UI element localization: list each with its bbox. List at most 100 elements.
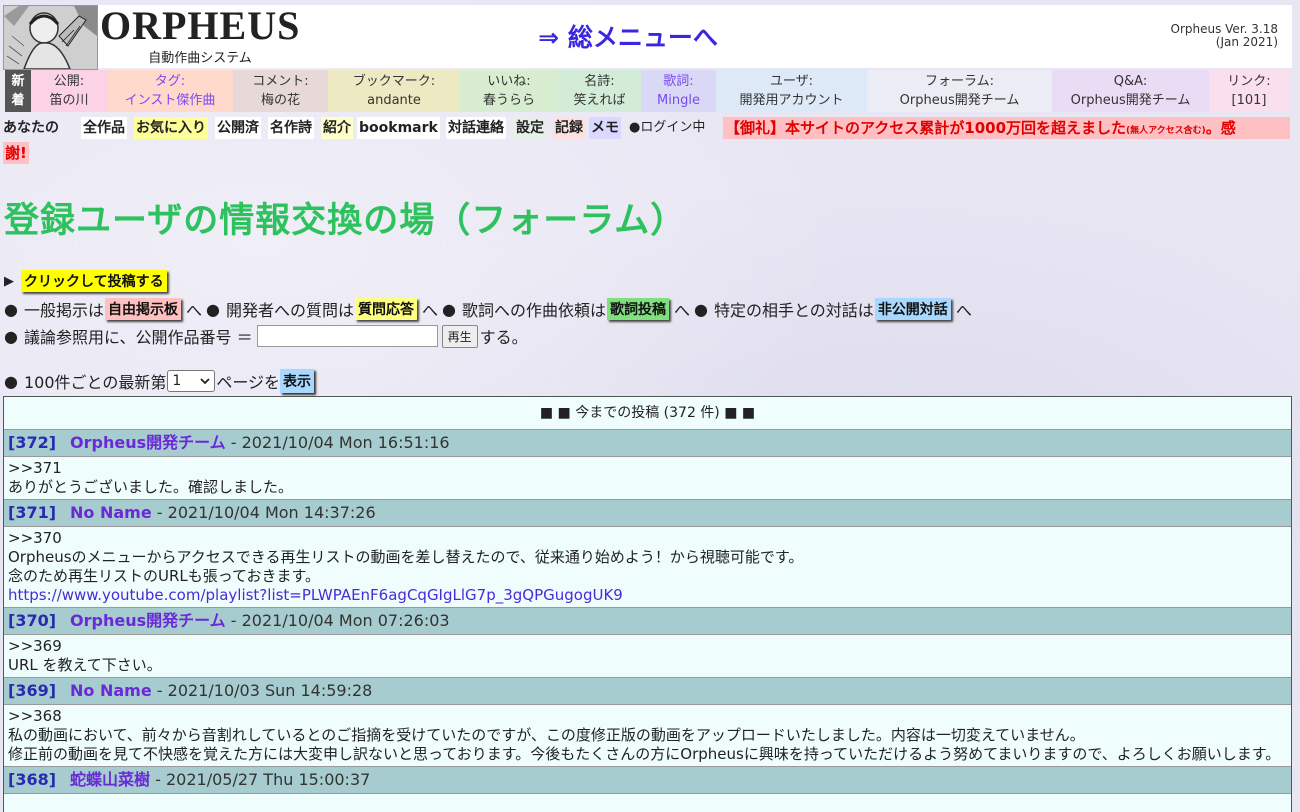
nav-value[interactable]: 笛の川	[49, 91, 88, 110]
notice-small: (無人アクセス含む)	[1126, 126, 1206, 136]
latest-nav-bar: 新 着 公開: 笛の川 タグ: インスト傑作曲 コメント: 梅の花 ブックマーク…	[5, 70, 1289, 112]
yours-label: あなたの	[3, 120, 59, 136]
play-button[interactable]: 再生	[441, 324, 478, 348]
post-line: ありがとうございました。確認しました。	[8, 478, 294, 496]
notice-tail: 。感	[1205, 119, 1236, 137]
account-link-settings[interactable]: 設定	[514, 117, 546, 139]
nav-value[interactable]: 開発用アカウント	[739, 91, 843, 110]
bullet-icon: ●	[4, 299, 18, 319]
work-number-input[interactable]	[256, 325, 438, 347]
post-author[interactable]: Orpheus開発チーム	[70, 433, 226, 452]
account-link-all-works[interactable]: 全作品	[81, 117, 127, 139]
post-number[interactable]: [369]	[8, 681, 56, 700]
guide-text-private: 特定の相手との対話は	[713, 301, 874, 320]
new-label-1: 新	[11, 74, 25, 89]
nav-label: いいね:	[487, 74, 531, 89]
post-number[interactable]: [370]	[8, 611, 56, 630]
paging-suffix: ページを	[216, 373, 281, 392]
post-line: >>371	[8, 459, 62, 477]
page-select[interactable]: 1	[167, 370, 216, 392]
notice-banner-continued: 謝!	[3, 142, 29, 164]
post-button[interactable]: クリックして投稿する	[21, 270, 167, 292]
account-link-introduction[interactable]: 紹介	[321, 117, 353, 139]
nav-cell-forum[interactable]: フォーラム: Orpheus開発チーム	[867, 70, 1052, 112]
version-info: Orpheus Ver. 3.18 (Jan 2021)	[1120, 23, 1279, 49]
nav-label: ユーザ:	[769, 74, 814, 89]
private-dialog-button[interactable]: 非公開対話	[874, 298, 951, 320]
post-author[interactable]: Orpheus開発チーム	[70, 611, 226, 630]
nav-value[interactable]: 梅の花	[261, 91, 300, 110]
nav-value[interactable]: Mingle	[657, 91, 700, 110]
guide-text-to: へ	[185, 301, 202, 320]
forum-guide-row: ● 一般掲示は 自由掲示板 へ ● 開発者への質問は 質問応答 へ ● 歌詞への…	[4, 297, 976, 321]
bullet-icon: ●	[4, 371, 18, 391]
guide-text-developer: 開発者への質問は	[225, 301, 354, 320]
post-number[interactable]: [371]	[8, 503, 56, 522]
new-label-2: 着	[11, 93, 25, 108]
free-board-button[interactable]: 自由掲示板	[104, 298, 181, 320]
nav-value[interactable]: [101]	[1232, 91, 1267, 110]
nav-cell-lyrics[interactable]: 歌詞: Mingle	[641, 70, 716, 112]
guide-text-to: へ	[955, 301, 972, 320]
posts-table: ■ ■ 今までの投稿 (372 件) ■ ■ [372] Orpheus開発チーム…	[3, 396, 1292, 812]
account-link-history[interactable]: 記録	[553, 117, 585, 139]
nav-label: 名詩:	[584, 74, 615, 89]
nav-cell-tag[interactable]: タグ: インスト傑作曲	[107, 70, 233, 112]
nav-value[interactable]: andante	[367, 91, 421, 110]
nav-value[interactable]: 春うらら	[483, 91, 535, 110]
nav-cell-comment[interactable]: コメント: 梅の花	[233, 70, 328, 112]
guide-text-to: へ	[673, 301, 690, 320]
nav-value[interactable]: Orpheus開発チーム	[900, 91, 1020, 110]
account-link-messages[interactable]: 対話連絡	[446, 117, 506, 139]
nav-cell-poem[interactable]: 名詩: 笑えれば	[558, 70, 641, 112]
chevron-down-icon	[200, 377, 210, 384]
nav-label: フォーラム:	[925, 74, 994, 89]
account-link-bookmark[interactable]: bookmark	[357, 117, 440, 139]
lyric-post-button[interactable]: 歌詞投稿	[606, 298, 669, 320]
account-link-published[interactable]: 公開済	[215, 117, 261, 139]
work-reference-row: ● 議論参照用に、公開作品番号 ＝ 再生 する。	[4, 324, 528, 348]
account-link-memo[interactable]: メモ	[589, 117, 621, 139]
post-author[interactable]: No Name	[70, 503, 152, 522]
orpheus-logo-image[interactable]	[3, 5, 98, 70]
post-body: >>368 私の動画において、前々から音割れしているとのご指摘を受けていたのです…	[4, 705, 1291, 767]
post-number[interactable]: [372]	[8, 433, 56, 452]
bullet-icon: ●	[4, 326, 18, 346]
post-link[interactable]: https://www.youtube.com/playlist?list=PL…	[8, 586, 623, 604]
nav-cell-qa[interactable]: Q&A: Orpheus開発チーム	[1052, 70, 1209, 112]
paging-row: ● 100件ごとの最新第 1 ページを 表示	[4, 369, 315, 393]
post-author[interactable]: 蛇蝶山菜樹	[70, 770, 150, 789]
nav-cell-public[interactable]: 公開: 笛の川	[31, 70, 107, 112]
post-header: [371] No Name - 2021/10/04 Mon 14:37:26	[4, 500, 1291, 527]
account-link-masterpiece-poems[interactable]: 名作詩	[268, 117, 314, 139]
logo-title[interactable]: ORPHEUS	[100, 6, 300, 46]
post-number[interactable]: [368]	[8, 770, 56, 789]
post-date: - 2021/10/03 Sun 14:59:28	[151, 681, 373, 700]
nav-cell-like[interactable]: いいね: 春うらら	[460, 70, 558, 112]
total-menu-link[interactable]: ⇒ 総メニューへ	[533, 18, 723, 54]
bullet-icon: ●	[206, 299, 220, 319]
guide-text-general: 一般掲示は	[23, 301, 104, 320]
qa-button[interactable]: 質問応答	[354, 298, 417, 320]
triangle-right-icon: ▶	[4, 273, 14, 289]
paging-label: 100件ごとの最新第	[23, 373, 167, 392]
nav-cell-bookmark[interactable]: ブックマーク: andante	[328, 70, 460, 112]
page-title: 登録ユーザの情報交換の場（フォーラム）	[4, 201, 687, 241]
show-button[interactable]: 表示	[280, 369, 315, 393]
nav-value[interactable]: インスト傑作曲	[125, 91, 216, 110]
nav-label: コメント:	[252, 74, 309, 89]
nav-cell-link[interactable]: リンク: [101]	[1209, 70, 1289, 112]
post-line: >>369	[8, 637, 62, 655]
bullet-icon: ●	[442, 299, 456, 319]
posts-header: ■ ■ 今までの投稿 (372 件) ■ ■	[4, 397, 1291, 430]
nav-value[interactable]: Orpheus開発チーム	[1071, 91, 1191, 110]
nav-cell-user[interactable]: ユーザ: 開発用アカウント	[716, 70, 867, 112]
post-line: 私の動画において、前々から音割れしているとのご指摘を受けていたのですが、この度修…	[8, 726, 1085, 744]
page-select-value: 1	[172, 373, 182, 389]
nav-value[interactable]: 笑えれば	[573, 91, 625, 110]
bullet-icon: ●	[694, 299, 708, 319]
post-author[interactable]: No Name	[70, 681, 152, 700]
work-reference-suffix: する。	[479, 328, 528, 347]
post-body: >>369 URL を教えて下さい。	[4, 635, 1291, 678]
account-link-favorites[interactable]: お気に入り	[134, 117, 208, 139]
